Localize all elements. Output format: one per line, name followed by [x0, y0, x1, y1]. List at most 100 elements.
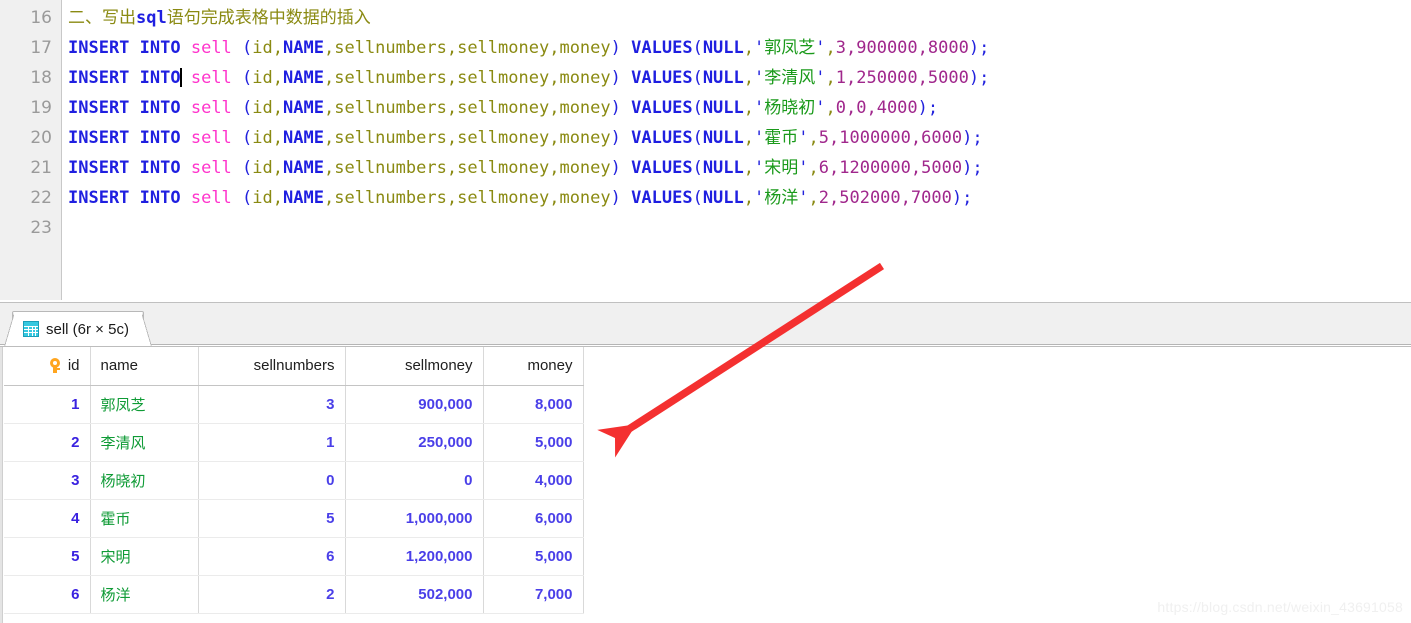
code-token: id [252, 188, 273, 208]
code-token: sellnumbers [334, 158, 447, 178]
code-line[interactable]: 23 [0, 213, 1411, 243]
column-header-content: id [14, 357, 80, 374]
code-token: INSERT INTO [68, 188, 181, 208]
cell-money[interactable]: 4,000 [483, 461, 584, 500]
column-header-money[interactable]: money [483, 347, 584, 386]
code-token: ( [242, 158, 253, 178]
cell-name[interactable]: 杨晓初 [90, 461, 199, 500]
code-line[interactable]: 17 INSERT INTO sell (id,NAME,sellnumbers,… [0, 33, 1411, 63]
cell-money[interactable]: 7,000 [483, 575, 584, 614]
cell-id[interactable]: 3 [4, 461, 91, 500]
result-tab-sell[interactable]: sell (6r × 5c) [4, 311, 152, 347]
table-row[interactable]: 5 宋明 6 1,200,000 5,000 [4, 537, 584, 576]
cell-id[interactable]: 4 [4, 499, 91, 538]
table-row[interactable]: 4 霍币 5 1,000,000 6,000 [4, 499, 584, 538]
cell-id[interactable]: 6 [4, 575, 91, 614]
code-token: 3,900000,8000 [835, 38, 969, 58]
cell-sellnumbers[interactable]: 3 [198, 385, 346, 424]
cell-sellnumbers[interactable]: 5 [198, 499, 346, 538]
cell-name[interactable]: 宋明 [90, 537, 199, 576]
code-token: sellmoney [457, 38, 550, 58]
table-row[interactable]: 1 郭凤芝 3 900,000 8,000 [4, 385, 584, 424]
cell-name[interactable]: 郭凤芝 [90, 385, 199, 424]
table-row[interactable]: 2 李清风 1 250,000 5,000 [4, 423, 584, 462]
code-line-text: INSERT INTO sell (id,NAME,sellnumbers,se… [68, 63, 989, 93]
cell-sellnumbers[interactable]: 6 [198, 537, 346, 576]
code-token: 1,250000,5000 [835, 68, 969, 88]
code-token: VALUES [631, 158, 693, 178]
code-line[interactable]: 22 INSERT INTO sell (id,NAME,sellnumbers,… [0, 183, 1411, 213]
cell-sellmoney[interactable]: 502,000 [345, 575, 484, 614]
cell-name[interactable]: 霍币 [90, 499, 199, 538]
code-token: VALUES [631, 68, 693, 88]
code-token: , [743, 128, 755, 148]
cell-sellnumbers[interactable]: 1 [198, 423, 346, 462]
code-line[interactable]: 19 INSERT INTO sell (id,NAME,sellnumbers,… [0, 93, 1411, 123]
code-token: , [825, 98, 836, 118]
code-token: , [549, 98, 560, 118]
code-token: NULL [702, 38, 744, 58]
code-token: ' [815, 68, 826, 88]
cell-id[interactable]: 5 [4, 537, 91, 576]
code-token: 杨洋 [764, 188, 799, 208]
code-token: ) [968, 38, 980, 58]
code-token: 杨晓初 [764, 98, 816, 118]
cell-money[interactable]: 8,000 [483, 385, 584, 424]
code-token: INSERT INTO [68, 98, 181, 118]
code-token: ( [692, 38, 703, 58]
cell-money[interactable]: 5,000 [483, 537, 584, 576]
cell-sellmoney[interactable]: 0 [345, 461, 484, 500]
cell-name[interactable]: 李清风 [90, 423, 199, 462]
sql-editor-pane[interactable]: 16 二、写出sql语句完成表格中数据的插入 17 INSERT INTO sell … [0, 0, 1411, 300]
code-token: VALUES [631, 128, 693, 148]
code-line[interactable]: 21 INSERT INTO sell (id,NAME,sellnumbers,… [0, 153, 1411, 183]
cell-money[interactable]: 5,000 [483, 423, 584, 462]
code-token: VALUES [631, 98, 693, 118]
code-token: sell [190, 128, 232, 148]
code-token: ' [754, 158, 765, 178]
code-token: , [825, 68, 836, 88]
code-line-text: INSERT INTO sell (id,NAME,sellnumbers,se… [68, 33, 989, 63]
table-row[interactable]: 3 杨晓初 0 0 4,000 [4, 461, 584, 500]
cell-id[interactable]: 2 [4, 423, 91, 462]
code-token: , [323, 188, 335, 208]
cell-id[interactable]: 1 [4, 385, 91, 424]
code-token: , [549, 68, 560, 88]
code-line[interactable]: 18 INSERT INTO sell (id,NAME,sellnumbers,… [0, 63, 1411, 93]
code-line-text: 二、写出sql语句完成表格中数据的插入 [68, 3, 371, 33]
result-data-grid[interactable]: id name sellnumbers sellmoney money 1 郭凤芝 3 900… [0, 346, 1411, 614]
code-token: , [323, 98, 335, 118]
code-token: , [808, 188, 819, 208]
code-line[interactable]: 20 INSERT INTO sell (id,NAME,sellnumbers,… [0, 123, 1411, 153]
code-lines-container[interactable]: 16 二、写出sql语句完成表格中数据的插入 17 INSERT INTO sell … [0, 3, 1411, 243]
code-line[interactable]: 16 二、写出sql语句完成表格中数据的插入 [0, 3, 1411, 33]
code-token: , [323, 128, 335, 148]
cell-sellmoney[interactable]: 250,000 [345, 423, 484, 462]
code-token: ; [979, 38, 990, 58]
column-header-sellmoney[interactable]: sellmoney [345, 347, 484, 386]
cell-sellmoney[interactable]: 1,000,000 [345, 499, 484, 538]
code-line-text: INSERT INTO sell (id,NAME,sellnumbers,se… [68, 153, 983, 183]
table-row[interactable]: 6 杨洋 2 502,000 7,000 [4, 575, 584, 614]
column-header-sellnumbers[interactable]: sellnumbers [198, 347, 346, 386]
cell-sellnumbers[interactable]: 2 [198, 575, 346, 614]
column-header-id[interactable]: id [4, 347, 91, 386]
cell-money[interactable]: 6,000 [483, 499, 584, 538]
code-token: NULL [702, 98, 744, 118]
column-header-name[interactable]: name [90, 347, 199, 386]
cell-name[interactable]: 杨洋 [90, 575, 199, 614]
cell-sellmoney[interactable]: 1,200,000 [345, 537, 484, 576]
cell-sellnumbers[interactable]: 0 [198, 461, 346, 500]
cell-sellmoney[interactable]: 900,000 [345, 385, 484, 424]
code-token: NAME [283, 188, 324, 208]
code-token: NAME [283, 158, 324, 178]
